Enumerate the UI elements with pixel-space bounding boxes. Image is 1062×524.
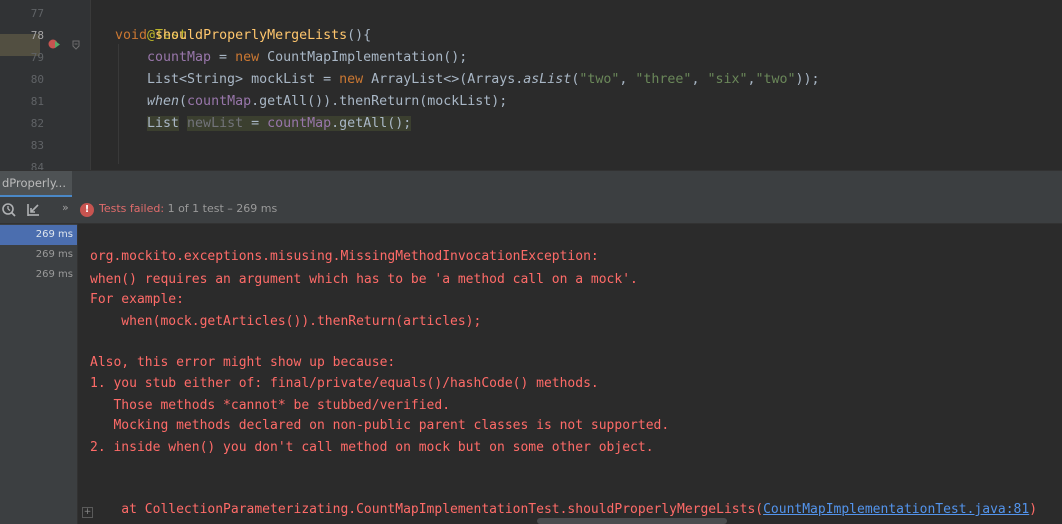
string-token: "three"	[635, 72, 692, 87]
fold-icon[interactable]	[72, 40, 80, 50]
line-number: 79	[30, 51, 44, 64]
error-icon: !	[80, 203, 94, 217]
run-test-icon[interactable]	[48, 38, 60, 50]
code-token: ,	[747, 72, 756, 87]
test-status: Tests failed: 1 of 1 test – 269 ms	[99, 202, 277, 215]
line-number: 78	[30, 29, 44, 42]
import-tests-icon[interactable]	[25, 202, 41, 218]
stack-trace-line: at CollectionParameterizating.CountMapIm…	[90, 499, 1037, 520]
editor-gutter: 77 78 79 80 81 82 83 84	[0, 0, 90, 170]
code-token: CountMapImplementation();	[267, 50, 468, 65]
test-runner-toolbar: » ! Tests failed: 1 of 1 test – 269 ms	[0, 197, 1062, 224]
stack-trace-text: )	[1029, 502, 1038, 517]
code-line-81: when(countMap.getAll()).thenReturn(mockL…	[147, 91, 507, 113]
code-token: (){	[347, 28, 372, 43]
line-number: 81	[30, 95, 44, 108]
code-token: =	[211, 50, 236, 65]
console-line: Mocking methods declared on non-public p…	[90, 418, 670, 433]
line-number: 80	[30, 73, 44, 86]
tree-row[interactable]: 269 ms	[0, 245, 77, 265]
expand-stack-icon[interactable]: +	[82, 507, 93, 518]
line-number: 82	[30, 117, 44, 130]
status-failed-label: Tests failed:	[99, 202, 168, 215]
code-token: =	[243, 116, 268, 131]
code-line-78: void shouldProperlyMergeLists(){	[115, 25, 371, 47]
method-name-token: shouldProperlyMergeLists	[155, 28, 348, 43]
console-line: org.mockito.exceptions.misusing.MissingM…	[90, 249, 599, 264]
status-summary: 1 of 1 test – 269 ms	[167, 202, 278, 215]
console-line: Also, this error might show up because:	[90, 355, 396, 370]
tree-row-duration: 269 ms	[35, 249, 73, 260]
keyword-token: void	[115, 28, 156, 43]
static-method-token: when	[147, 94, 180, 109]
run-tab[interactable]: dProperly...	[0, 171, 72, 197]
line-number: 77	[30, 7, 44, 20]
code-line-79: countMap = new CountMapImplementation();	[147, 47, 467, 69]
keyword-token: new	[339, 72, 372, 87]
console-line: For example:	[90, 292, 184, 307]
gutter-separator	[90, 0, 91, 170]
stack-trace-text: at CollectionParameterizating.CountMapIm…	[90, 502, 764, 517]
console-line: Those methods *cannot* be stubbed/verifi…	[90, 398, 451, 413]
code-token: List<String> mockList =	[147, 72, 340, 87]
expand-chevron-icon[interactable]: »	[62, 201, 69, 214]
code-token: ));	[795, 72, 820, 87]
unused-variable-token: newList	[187, 116, 244, 131]
code-token: .getAll()).thenReturn(mockList);	[251, 94, 508, 109]
field-token: countMap	[267, 116, 332, 131]
console-line: 1. you stub either of: final/private/equ…	[90, 376, 599, 391]
tree-row[interactable]: 269 ms	[0, 225, 77, 245]
code-token: (	[179, 94, 188, 109]
code-token: ,	[619, 72, 636, 87]
keyword-token: new	[235, 50, 268, 65]
code-token: ,	[691, 72, 708, 87]
tree-row-duration: 269 ms	[35, 269, 73, 280]
line-number: 83	[30, 139, 44, 152]
code-token: ArrayList<>(Arrays.	[371, 72, 524, 87]
static-method-token: asList	[523, 72, 572, 87]
test-output-console[interactable]: org.mockito.exceptions.misusing.MissingM…	[78, 224, 1062, 524]
console-line: when() requires an argument which has to…	[90, 272, 638, 287]
code-editor[interactable]: 77 78 79 80 81 82 83 84 @Test void shoul…	[0, 0, 1062, 170]
code-line-82: List newList = countMap.getAll();	[147, 113, 412, 135]
code-line-80: List<String> mockList = new ArrayList<>(…	[147, 69, 820, 91]
console-line: 2. inside when() you don't call method o…	[90, 440, 654, 455]
tree-row[interactable]: 269 ms	[0, 265, 77, 285]
run-tool-window-header: dProperly...	[0, 170, 1062, 198]
history-icon[interactable]	[1, 202, 17, 218]
string-token: "two"	[579, 72, 620, 87]
code-token: List	[147, 116, 180, 131]
code-line-77: @Test	[115, 3, 187, 43]
field-token: countMap	[147, 50, 212, 65]
run-tab-label: dProperly...	[2, 176, 66, 190]
console-line: when(mock.getArticles()).thenReturn(arti…	[90, 314, 482, 329]
string-token: "two"	[755, 72, 796, 87]
source-link[interactable]: CountMapImplementationTest.java:81	[763, 502, 1029, 517]
code-token: .getAll();	[331, 116, 412, 131]
field-token: countMap	[187, 94, 252, 109]
test-results-tree: 269 ms 269 ms 269 ms	[0, 224, 78, 524]
tree-row-duration: 269 ms	[35, 229, 73, 240]
string-token: "six"	[707, 72, 748, 87]
line-number: 84	[30, 161, 44, 170]
horizontal-scrollbar[interactable]	[537, 518, 727, 524]
